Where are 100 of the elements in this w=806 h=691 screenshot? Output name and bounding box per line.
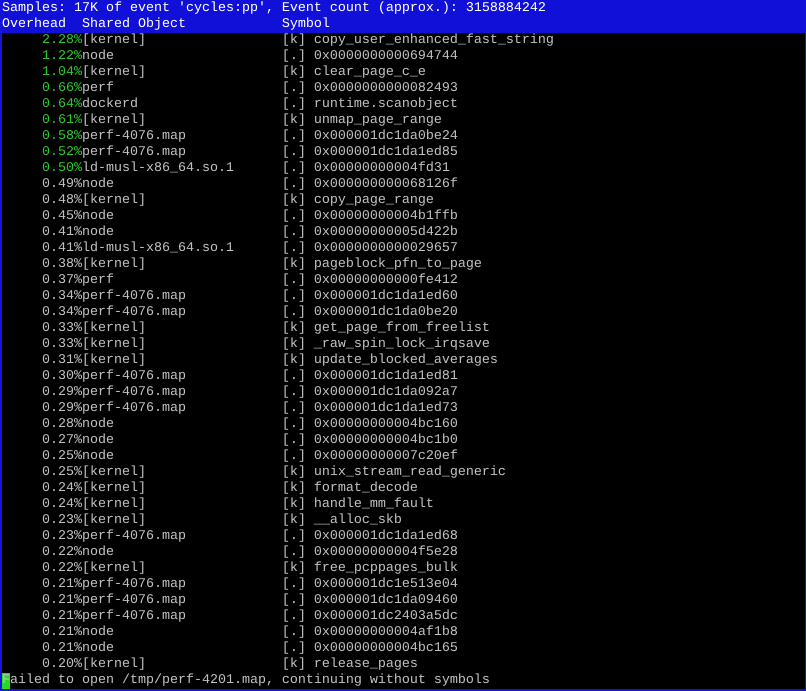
symbol-type-cell: [.] xyxy=(282,241,306,257)
symbol-type-cell: [.] xyxy=(282,177,306,193)
symbol-cell: unmap_page_range xyxy=(314,113,442,129)
shared-object-cell: [kernel] xyxy=(82,113,146,129)
overhead-cell: 0.23% xyxy=(42,529,82,545)
symbol-type-cell: [.] xyxy=(282,529,306,545)
shared-object-cell: [kernel] xyxy=(82,193,146,209)
symbol-cell: 0x00000000004fd31 xyxy=(314,161,450,177)
shared-object-cell: perf-4076.map xyxy=(82,289,186,305)
shared-object-cell: perf-4076.map xyxy=(82,145,186,161)
symbol-cell: 0x00000000004b1ffb xyxy=(314,209,458,225)
shared-object-cell: [kernel] xyxy=(82,353,146,369)
overhead-cell: 0.21% xyxy=(42,625,82,641)
symbol-cell: 0x000001dc1da1ed73 xyxy=(314,401,458,417)
symbol-type-cell: [k] xyxy=(282,257,306,273)
symbol-type-cell: [.] xyxy=(282,145,306,161)
shared-object-cell: ld-musl-x86_64.so.1 xyxy=(82,161,234,177)
symbol-cell: 0x000001dc1da09460 xyxy=(314,593,458,609)
overhead-cell: 0.29% xyxy=(42,385,82,401)
symbol-cell: 0x00000000004bc160 xyxy=(314,417,458,433)
symbol-type-cell: [.] xyxy=(282,593,306,609)
symbol-cell: 0x000001dc1da0be24 xyxy=(314,129,458,145)
shared-object-cell: perf-4076.map xyxy=(82,129,186,145)
symbol-cell: 0x000001dc1da1ed68 xyxy=(314,529,458,545)
shared-object-cell: node xyxy=(82,177,114,193)
overhead-cell: 0.41% xyxy=(42,241,82,257)
symbol-type-cell: [.] xyxy=(282,417,306,433)
symbol-type-cell: [k] xyxy=(282,465,306,481)
overhead-cell: 0.25% xyxy=(42,465,82,481)
overhead-column-header: Overhead xyxy=(2,17,66,33)
shared-object-cell: node xyxy=(82,449,114,465)
overhead-cell: 0.41% xyxy=(42,225,82,241)
shared-object-cell: perf-4076.map xyxy=(82,609,186,625)
symbol-type-cell: [k] xyxy=(282,657,306,673)
symbol-type-cell: [.] xyxy=(282,449,306,465)
overhead-cell: 0.20% xyxy=(42,657,82,673)
overhead-cell: 0.33% xyxy=(42,337,82,353)
shared-object-cell: perf-4076.map xyxy=(82,305,186,321)
symbol-cell: 0x00000000000fe412 xyxy=(314,273,458,289)
shared-object-cell: perf xyxy=(82,81,114,97)
shared-object-cell: [kernel] xyxy=(82,481,146,497)
overhead-cell: 0.27% xyxy=(42,433,82,449)
overhead-cell: 0.22% xyxy=(42,561,82,577)
shared-object-cell: node xyxy=(82,641,114,657)
overhead-cell: 0.33% xyxy=(42,321,82,337)
symbol-type-cell: [k] xyxy=(282,481,306,497)
overhead-cell: 0.49% xyxy=(42,177,82,193)
symbol-cell: 0x00000000007c20ef xyxy=(314,449,458,465)
overhead-cell: 0.30% xyxy=(42,369,82,385)
overhead-cell: 0.28% xyxy=(42,417,82,433)
overhead-cell: 0.66% xyxy=(42,81,82,97)
symbol-cell: 0x0000000000029657 xyxy=(314,241,458,257)
symbol-cell: release_pages xyxy=(314,657,418,673)
symbol-cell: 0x000001dc1e513e04 xyxy=(314,577,458,593)
overhead-cell: 0.29% xyxy=(42,401,82,417)
shared-object-cell: [kernel] xyxy=(82,657,146,673)
symbol-type-cell: [k] xyxy=(282,65,306,81)
symbol-cell: 0x00000000004af1b8 xyxy=(314,625,458,641)
shared-object-cell: [kernel] xyxy=(82,257,146,273)
shared-object-cell: perf-4076.map xyxy=(82,385,186,401)
shared-object-cell: [kernel] xyxy=(82,497,146,513)
symbol-cell: 0x00000000005d422b xyxy=(314,225,458,241)
symbol-type-cell: [.] xyxy=(282,641,306,657)
overhead-cell: 0.45% xyxy=(42,209,82,225)
symbol-type-cell: [.] xyxy=(282,305,306,321)
shared-object-cell: perf-4076.map xyxy=(82,529,186,545)
symbol-type-cell: [.] xyxy=(282,385,306,401)
symbol-type-cell: [.] xyxy=(282,161,306,177)
symbol-cell: 0x00000000004bc1b0 xyxy=(314,433,458,449)
overhead-cell: 0.23% xyxy=(42,513,82,529)
symbol-cell: 0x000001dc1da1ed60 xyxy=(314,289,458,305)
symbol-cell: 0x0000000000694744 xyxy=(314,49,458,65)
symbol-type-cell: [.] xyxy=(282,97,306,113)
symbol-cell: __alloc_skb xyxy=(314,513,402,529)
shared-object-cell: node xyxy=(82,49,114,65)
symbol-type-cell: [.] xyxy=(282,49,306,65)
shared-object-cell: perf xyxy=(82,273,114,289)
overhead-cell: 0.21% xyxy=(42,577,82,593)
overhead-cell: 0.21% xyxy=(42,593,82,609)
overhead-cell: 0.52% xyxy=(42,145,82,161)
shared-object-cell: node xyxy=(82,545,114,561)
symbol-type-cell: [k] xyxy=(282,33,306,49)
symbol-cell: 0x000000000068126f xyxy=(314,177,458,193)
symbol-column-header: Symbol xyxy=(282,17,330,33)
overhead-cell: 1.22% xyxy=(42,49,82,65)
shared-object-column-header: Shared Object xyxy=(82,17,186,33)
shared-object-cell: dockerd xyxy=(82,97,138,113)
symbol-cell: unix_stream_read_generic xyxy=(314,465,506,481)
symbol-cell: clear_page_c_e xyxy=(314,65,426,81)
symbol-type-cell: [k] xyxy=(282,513,306,529)
symbol-type-cell: [.] xyxy=(282,625,306,641)
symbol-type-cell: [k] xyxy=(282,497,306,513)
symbol-cell: 0x0000000000082493 xyxy=(314,81,458,97)
symbol-cell: 0x000001dc1da092a7 xyxy=(314,385,458,401)
overhead-cell: 0.34% xyxy=(42,305,82,321)
overhead-cell: 0.21% xyxy=(42,609,82,625)
overhead-cell: 0.61% xyxy=(42,113,82,129)
overhead-cell: 0.34% xyxy=(42,289,82,305)
overhead-cell: 2.28% xyxy=(42,33,82,49)
shared-object-cell: [kernel] xyxy=(82,513,146,529)
